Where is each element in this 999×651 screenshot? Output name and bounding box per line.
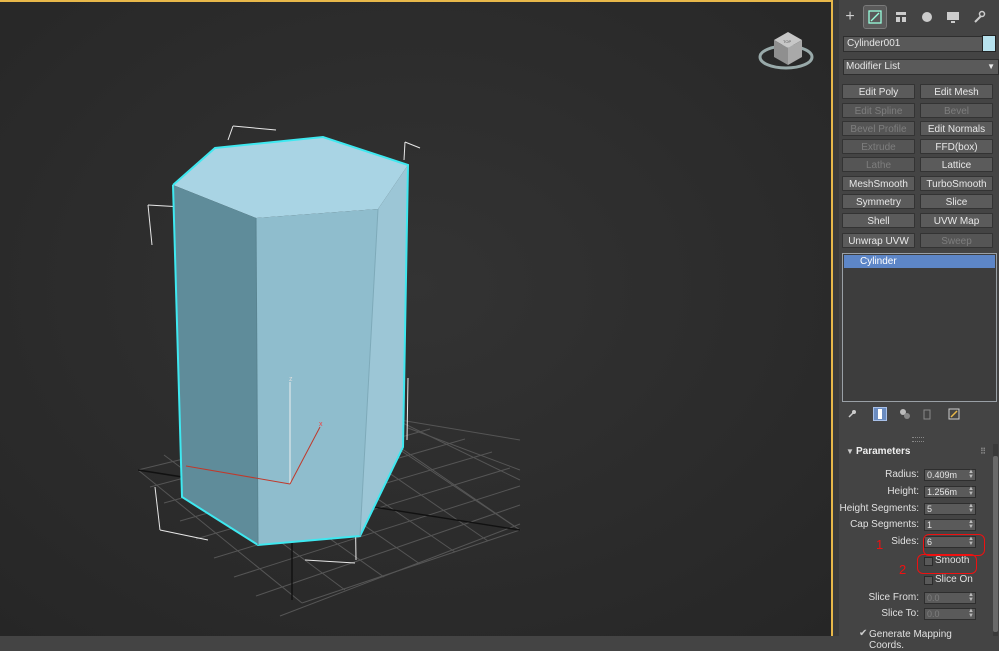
command-panel-tabs: + [839,4,999,32]
collapse-triangle-icon: ▼ [846,447,854,456]
slice-to-spinner[interactable]: 0.0 ▲ ▼ [924,608,976,620]
annotation-number-1: 1 [876,537,884,552]
viewport-canvas: z x TOP [0,0,833,636]
axis-x-label: x [319,421,323,428]
modifier-button-shell[interactable]: Shell [842,213,915,228]
spinner-arrows-icon[interactable]: ▲ ▼ [968,592,974,603]
modify-icon [868,10,882,24]
slice-on-checkbox[interactable] [924,576,933,585]
height-value: 1.256m [927,487,958,497]
height-segments-value: 5 [927,504,933,514]
perspective-viewport[interactable]: z x TOP [0,0,833,636]
height-label: Height: [887,486,919,497]
modifier-button-uvw-map[interactable]: UVW Map [920,213,993,228]
sides-label: Sides: [891,536,919,547]
panel-scrollbar[interactable] [993,444,998,636]
motion-tab[interactable] [916,6,938,28]
object-color-swatch[interactable] [982,35,996,52]
hierarchy-icon [896,12,906,22]
modifier-button-symmetry[interactable]: Symmetry [842,194,915,209]
modifier-button-meshsmooth[interactable]: MeshSmooth [842,176,915,191]
viewcube-top-label: TOP [783,39,791,44]
rollout-grip-icon: ⠿ [980,447,986,456]
cap-segments-value: 1 [927,520,933,530]
hierarchy-tab[interactable] [890,6,912,28]
modifier-button-edit-mesh[interactable]: Edit Mesh [920,84,993,99]
modifier-stack[interactable]: Cylinder [842,253,997,402]
command-panel: + Cylinder001 Modifier List ▼ Edit Poly E… [839,0,999,651]
slice-from-value: 0.0 [927,593,940,603]
configure-sets-icon[interactable] [947,407,961,421]
modifier-button-lattice[interactable]: Lattice [920,157,993,172]
slice-to-value: 0.0 [927,609,940,619]
modifier-button-edit-poly[interactable]: Edit Poly [842,84,915,99]
stack-item-cylinder[interactable]: Cylinder [844,255,995,268]
radius-spinner[interactable]: 0.409m ▲ ▼ [924,469,976,481]
display-tab[interactable] [942,6,964,28]
viewport-active-border [0,0,833,2]
wrench-icon [974,10,986,23]
create-tab[interactable]: + [839,6,861,28]
modifier-button-lathe: Lathe [842,157,915,172]
axis-z-label: z [289,376,293,383]
slice-from-spinner[interactable]: 0.0 ▲ ▼ [924,592,976,604]
parameters-rollout-header[interactable]: ▼ Parameters ⠿ [843,444,988,460]
modifier-list-dropdown[interactable]: Modifier List ▼ [843,59,999,75]
height-segments-spinner[interactable]: 5 ▲ ▼ [924,503,976,515]
checkmark-icon[interactable]: ✔ [859,628,867,639]
utilities-tab[interactable] [968,6,990,28]
modifier-button-bevel: Bevel [920,103,993,118]
height-spinner[interactable]: 1.256m ▲ ▼ [924,486,976,498]
slice-to-label: Slice To: [881,608,919,619]
slice-on-label: Slice On [935,574,973,585]
generate-mapping-label: Generate Mapping Coords. [869,629,952,651]
modifier-button-slice[interactable]: Slice [920,194,993,209]
modifier-list-label: Modifier List [846,61,900,72]
spinner-arrows-icon[interactable]: ▲ ▼ [968,519,974,530]
radius-label: Radius: [885,469,919,480]
panel-resize-handle[interactable] [912,437,924,442]
annotation-box-sides [923,534,985,556]
cap-segments-spinner[interactable]: 1 ▲ ▼ [924,519,976,531]
annotation-box-smooth [917,554,977,574]
modifier-button-bevel-profile: Bevel Profile [842,121,915,136]
motion-icon [922,12,932,22]
chevron-down-icon: ▼ [987,62,995,71]
modifier-button-ffd-box[interactable]: FFD(box) [920,139,993,154]
spinner-arrows-icon[interactable]: ▲ ▼ [968,486,974,497]
spinner-arrows-icon[interactable]: ▲ ▼ [968,503,974,514]
parameters-rollout: ▼ Parameters ⠿ Radius: 0.409m ▲ ▼ Height: … [840,444,988,651]
modifier-button-unwrap-uvw[interactable]: Unwrap UVW [842,233,915,248]
object-name-field[interactable]: Cylinder001 [843,36,983,52]
slice-from-label: Slice From: [868,592,919,603]
radius-value: 0.409m [927,470,958,480]
modifier-button-sweep: Sweep [920,233,993,248]
modifier-button-extrude: Extrude [842,139,915,154]
display-icon [947,12,959,23]
annotation-number-2: 2 [899,562,907,577]
spinner-arrows-icon[interactable]: ▲ ▼ [968,469,974,480]
show-end-result-icon[interactable] [873,407,887,421]
spinner-arrows-icon[interactable]: ▲ ▼ [968,608,974,619]
remove-modifier-icon[interactable] [920,407,934,421]
modifier-button-edit-normals[interactable]: Edit Normals [920,121,993,136]
modifier-button-edit-spline: Edit Spline [842,103,915,118]
modifier-button-turbosmooth[interactable]: TurboSmooth [920,176,993,191]
make-unique-icon[interactable] [898,407,912,421]
scrollbar-thumb[interactable] [993,456,998,632]
parameters-title: Parameters [856,446,911,457]
stack-tools [843,406,993,424]
cap-segments-label: Cap Segments: [850,519,919,530]
height-segments-label: Height Segments: [839,503,920,514]
pin-stack-icon[interactable] [845,407,859,421]
plus-icon: + [845,8,855,25]
modify-tab[interactable] [863,5,887,29]
